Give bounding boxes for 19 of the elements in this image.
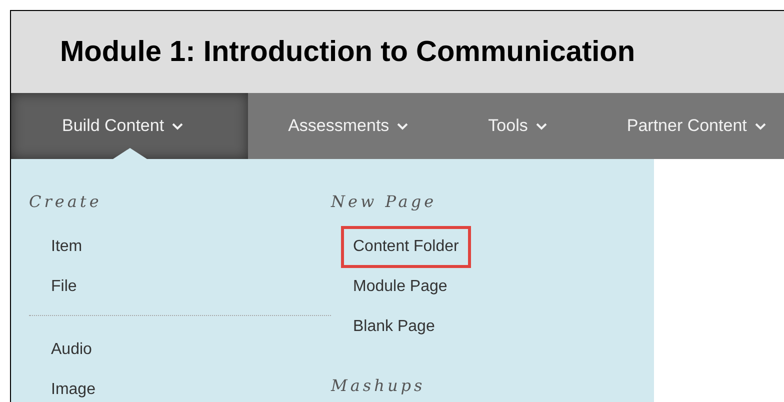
- nav-tab[interactable]: Partner Content: [586, 93, 784, 159]
- menu-item[interactable]: Audio: [39, 329, 104, 371]
- chevron-down-icon: [397, 122, 408, 130]
- menu-item[interactable]: Content Folder: [341, 226, 471, 268]
- page-title: Module 1: Introduction to Communication: [60, 38, 636, 66]
- menu-item[interactable]: Blank Page: [341, 306, 447, 348]
- section-heading: Create: [29, 191, 103, 213]
- chevron-down-icon: [536, 122, 547, 130]
- menu-item[interactable]: Item: [39, 226, 94, 268]
- nav-tab[interactable]: Tools: [448, 93, 587, 159]
- chevron-down-icon: [754, 122, 766, 130]
- menu-item[interactable]: Module Page: [341, 266, 460, 308]
- nav-tab[interactable]: Build Content: [11, 93, 248, 159]
- menu-item[interactable]: Image: [39, 369, 108, 402]
- section-heading: New Page: [331, 191, 438, 213]
- chevron-down-icon: [172, 122, 184, 130]
- menu-item[interactable]: File: [39, 266, 89, 308]
- section-heading: Mashups: [331, 375, 426, 397]
- nav-tab[interactable]: Assessments: [248, 93, 448, 159]
